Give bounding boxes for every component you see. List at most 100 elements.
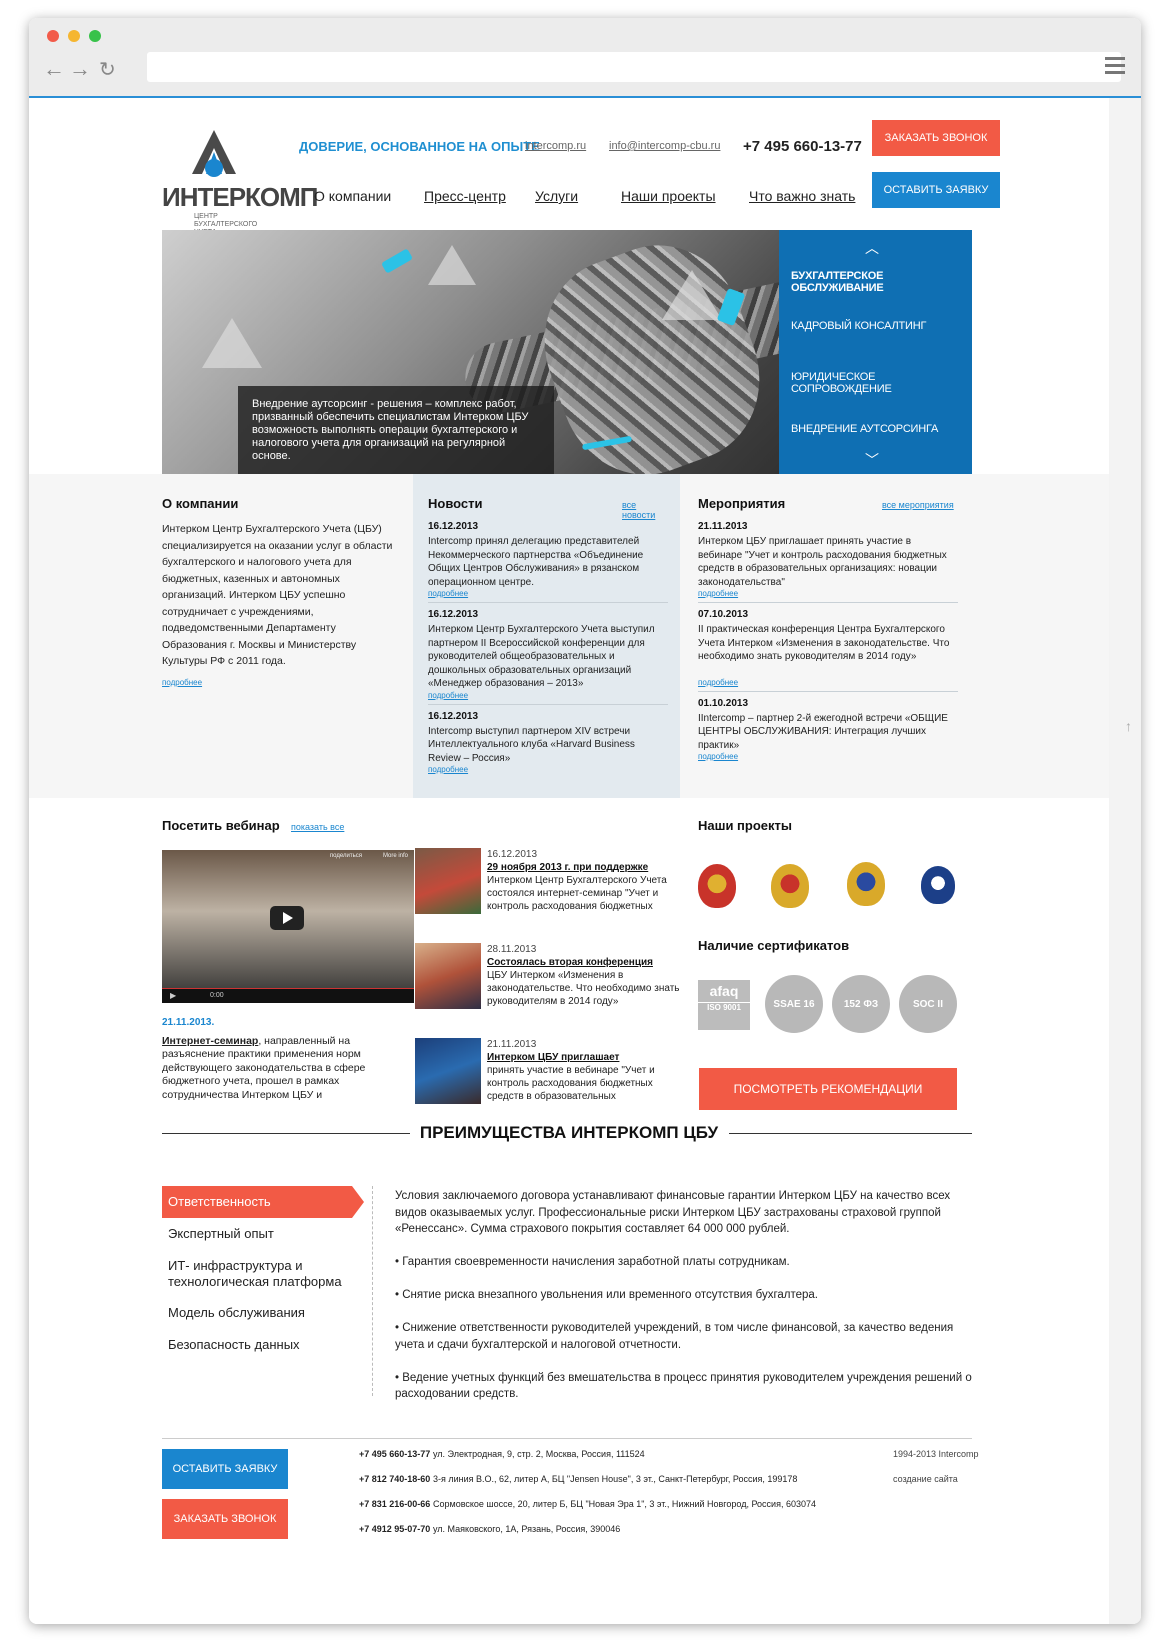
reload-icon[interactable]: ↻: [99, 57, 116, 82]
emblem-icon[interactable]: [698, 864, 736, 908]
forward-arrow-icon[interactable]: →: [69, 56, 91, 82]
office-row: +7 4912 95-07-70 ул. Маяковского, 1А, Ряз…: [359, 1524, 620, 1534]
video-date: 21.11.2013.: [162, 1017, 215, 1028]
site-logo[interactable]: ИНТЕРКОМП ЦЕНТР БУХГАЛТЕРСКОГО УЧЕТА: [162, 130, 318, 237]
site-creation-link[interactable]: создание сайта: [893, 1474, 958, 1484]
nav-about[interactable]: О компании: [314, 188, 391, 204]
page-scrollbar[interactable]: ↑: [1109, 98, 1141, 1624]
footer-request-button[interactable]: ОСТАВИТЬ ЗАЯВКУ: [162, 1449, 288, 1489]
webinar-item-text: принять участие в вебинаре "Учет и контр…: [487, 1065, 655, 1102]
view-recommendations-button[interactable]: ПОСМОТРЕТЬ РЕКОМЕНДАЦИИ: [699, 1068, 957, 1110]
news-date: 16.12.2013: [428, 710, 479, 722]
certificate-badge: SSAE 16: [765, 975, 823, 1033]
webinar-item-body: 16.12.2013 29 ноября 2013 г. при поддерж…: [487, 848, 682, 913]
browser-menu-icon[interactable]: [1105, 57, 1125, 78]
video-title-link[interactable]: Интернет-семинар: [162, 1035, 258, 1047]
event-more-link[interactable]: подробнее: [698, 589, 958, 598]
hero-slider: Внедрение аутсорсинг - решения – комплек…: [162, 230, 972, 474]
event-item: 01.10.2013 IIntercomp – партнер 2-й ежег…: [698, 698, 958, 766]
chevron-down-icon[interactable]: ﹀: [865, 450, 879, 470]
emblem-icon[interactable]: [921, 866, 955, 904]
leave-request-button[interactable]: ОСТАВИТЬ ЗАЯВКУ: [872, 172, 1000, 208]
webinar-thumbnail[interactable]: [415, 943, 481, 1009]
emblem-icon[interactable]: [771, 864, 809, 908]
address-bar[interactable]: [147, 52, 1121, 82]
all-events-link[interactable]: все мероприятия: [882, 500, 954, 510]
webinar-item-text: Интерком Центр Бухгалтерского Учета сост…: [487, 875, 667, 912]
tab-it-infrastructure[interactable]: ИТ- инфраструктура и технологическая пла…: [162, 1258, 362, 1290]
web-page: ИНТЕРКОМП ЦЕНТР БУХГАЛТЕРСКОГО УЧЕТА ДОВ…: [29, 98, 1109, 1624]
order-call-button[interactable]: ЗАКАЗАТЬ ЗВОНОК: [872, 120, 1000, 156]
hero-menu-item[interactable]: БУХГАЛТЕРСКОЕ ОБСЛУЖИВАНИЕ: [791, 270, 972, 294]
nav-services[interactable]: Услуги: [535, 188, 578, 204]
event-more-link[interactable]: подробнее: [698, 678, 958, 687]
news-more-link[interactable]: подробнее: [428, 589, 668, 598]
hero-menu-item[interactable]: КАДРОВЫЙ КОНСАЛТИНГ: [791, 320, 926, 332]
footer-divider: [162, 1438, 972, 1439]
footer-call-button[interactable]: ЗАКАЗАТЬ ЗВОНОК: [162, 1499, 288, 1539]
about-title: О компании: [162, 496, 239, 511]
webinar-list-item[interactable]: 21.11.2013 Интерком ЦБУ приглашает приня…: [415, 1038, 685, 1108]
chevron-up-icon[interactable]: ︿: [865, 238, 879, 258]
advantage-paragraph: • Снятие риска внезапного увольнения или…: [395, 1289, 819, 1301]
tab-expertise[interactable]: Экспертный опыт: [162, 1226, 352, 1241]
event-text: Интерком ЦБУ приглашает принять участие …: [698, 536, 947, 588]
news-more-link[interactable]: подробнее: [428, 765, 668, 774]
tab-service-model[interactable]: Модель обслуживания: [162, 1305, 352, 1320]
hero-accent-shape: [381, 248, 413, 274]
tab-data-security[interactable]: Безопасность данных: [162, 1337, 352, 1352]
hero-triangle-shape: [428, 245, 476, 285]
hero-service-menu: ︿ БУХГАЛТЕРСКОЕ ОБСЛУЖИВАНИЕ КАДРОВЫЙ КО…: [779, 230, 972, 474]
video-player[interactable]: поделиться More info ▶ 0:00: [162, 850, 414, 1003]
browser-window: ← → ↻ ИНТЕРКОМП ЦЕНТР БУХГАЛТЕРСКОГО УЧЕ…: [29, 18, 1141, 1624]
news-item: 16.12.2013 Интерком Центр Бухгалтерского…: [428, 609, 668, 705]
hero-menu-item[interactable]: ЮРИДИЧЕСКОЕ СОПРОВОЖДЕНИЕ: [791, 371, 972, 395]
certificate-badge: 152 ФЗ: [832, 975, 890, 1033]
webinar-item-title[interactable]: Интерком ЦБУ приглашает: [487, 1051, 682, 1064]
webinar-list-item[interactable]: 28.11.2013 Состоялась вторая конференция…: [415, 943, 685, 1013]
office-address: ул. Электродная, 9, стр. 2, Москва, Росс…: [433, 1449, 645, 1459]
news-item: 16.12.2013 Intercomp выступил партнером …: [428, 711, 668, 779]
webinar-item-title[interactable]: Состоялась вторая конференция: [487, 956, 682, 969]
about-more-link[interactable]: подробнее: [162, 678, 402, 687]
site-link[interactable]: intercomp.ru: [525, 140, 586, 152]
nav-important[interactable]: Что важно знать: [749, 188, 855, 204]
tab-responsibility[interactable]: Ответственность: [162, 1186, 364, 1218]
webinar-item-title[interactable]: 29 ноября 2013 г. при поддержке: [487, 861, 682, 874]
advantage-paragraph: • Гарантия своевременности начисления за…: [395, 1256, 790, 1268]
about-text: Интерком Центр Бухгалтерского Учета (ЦБУ…: [162, 523, 393, 667]
webinar-item-date: 21.11.2013: [487, 1039, 537, 1050]
hero-menu-item[interactable]: ВНЕДРЕНИЕ АУТСОРСИНГА: [791, 423, 938, 435]
header-phone: +7 495 660-13-77: [743, 138, 862, 155]
news-text: Intercomp принял делегацию представителе…: [428, 536, 644, 588]
maximize-window-button[interactable]: [89, 30, 101, 42]
email-link[interactable]: info@intercomp-cbu.ru: [609, 140, 720, 152]
play-icon[interactable]: [270, 906, 304, 930]
info-band: О компании Интерком Центр Бухгалтерского…: [29, 474, 1109, 798]
nav-press[interactable]: Пресс-центр: [424, 188, 506, 204]
minimize-window-button[interactable]: [68, 30, 80, 42]
close-window-button[interactable]: [47, 30, 59, 42]
back-arrow-icon[interactable]: ←: [43, 56, 65, 82]
all-news-link[interactable]: все новости: [622, 500, 668, 520]
webinar-thumbnail[interactable]: [415, 848, 481, 914]
webinar-list-item[interactable]: 16.12.2013 29 ноября 2013 г. при поддерж…: [415, 848, 685, 918]
hero-caption: Внедрение аутсорсинг - решения – комплек…: [238, 386, 554, 474]
webinar-thumbnail[interactable]: [415, 1038, 481, 1104]
news-more-link[interactable]: подробнее: [428, 691, 668, 700]
office-phone: +7 831 216-00-66: [359, 1499, 431, 1509]
news-item: 16.12.2013 Intercomp принял делегацию пр…: [428, 521, 668, 603]
scroll-to-top-icon[interactable]: ↑: [1125, 718, 1132, 734]
nav-projects[interactable]: Наши проекты: [621, 188, 716, 204]
news-text: Intercomp выступил партнером XIV встречи…: [428, 725, 635, 764]
video-more-info-label[interactable]: More info: [383, 853, 408, 859]
projects-title: Наши проекты: [698, 818, 792, 833]
advantages-content: Условия заключаемого договора устанавлив…: [395, 1188, 985, 1419]
emblem-icon[interactable]: [847, 862, 885, 906]
event-more-link[interactable]: подробнее: [698, 752, 958, 761]
show-all-webinars-link[interactable]: показать все: [291, 822, 344, 832]
certificates-title: Наличие сертификатов: [698, 938, 850, 953]
play-control-icon[interactable]: ▶: [170, 991, 176, 1000]
video-share-label[interactable]: поделиться: [330, 853, 362, 859]
copyright: 1994-2013 Intercomp: [893, 1449, 979, 1459]
